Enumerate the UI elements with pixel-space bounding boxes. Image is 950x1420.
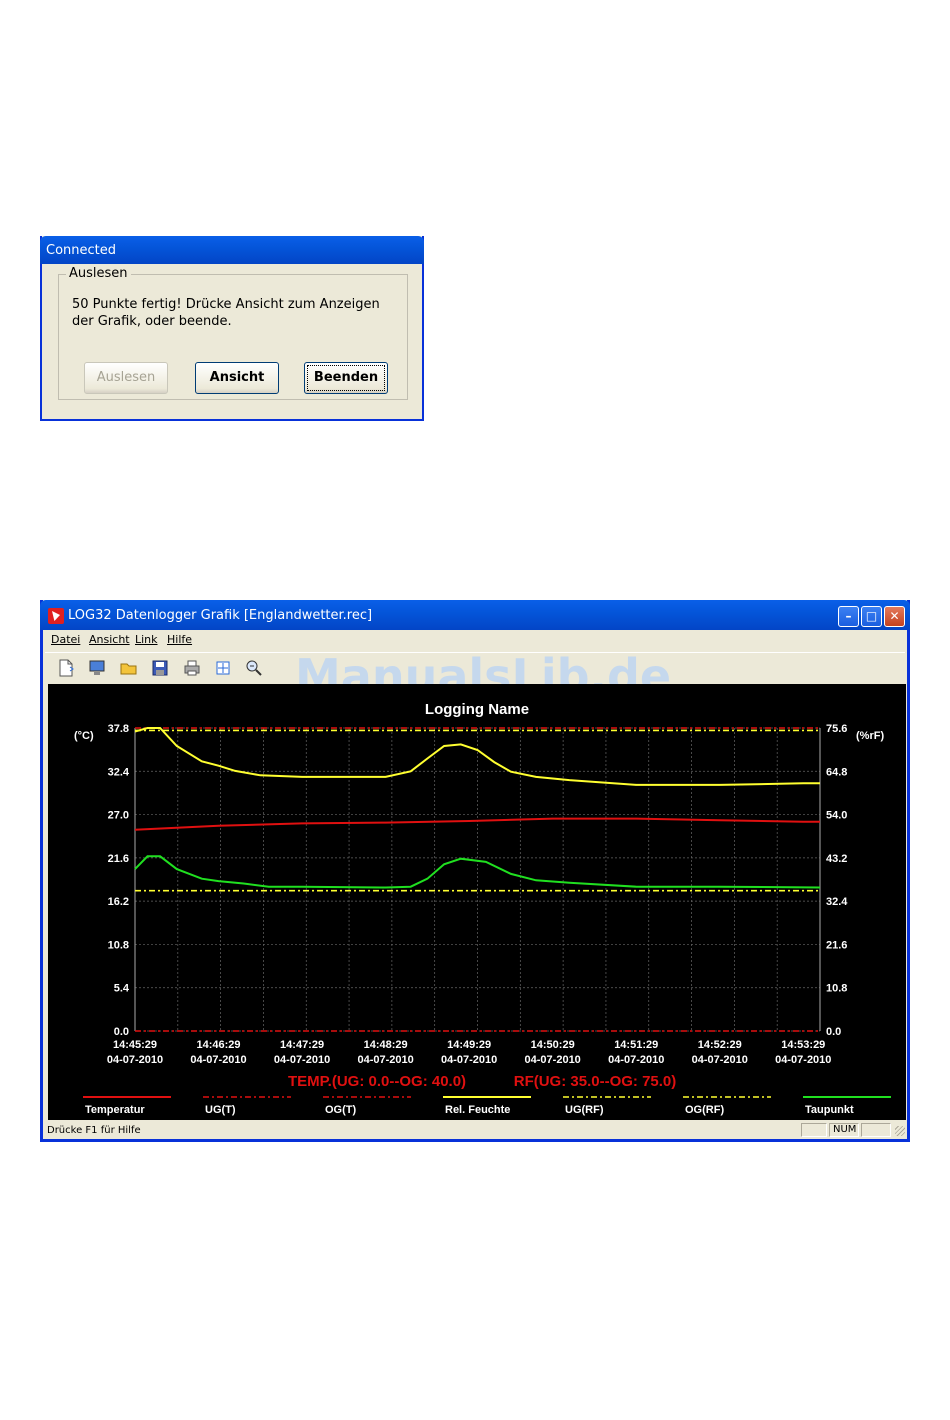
x-tick-time: 14:49:29 bbox=[447, 1039, 491, 1051]
left-tick-label: 0.0 bbox=[114, 1026, 129, 1038]
status-num: NUM bbox=[829, 1123, 859, 1137]
zoom-icon[interactable] bbox=[243, 657, 265, 679]
close-icon[interactable]: ✕ bbox=[884, 606, 905, 627]
right-axis-unit: (%rF) bbox=[856, 730, 884, 742]
left-tick-label: 5.4 bbox=[114, 983, 130, 995]
left-axis-unit: (°C) bbox=[74, 730, 94, 742]
menu-datei[interactable]: Datei bbox=[51, 633, 80, 646]
right-tick-label: 10.8 bbox=[826, 983, 847, 995]
resize-grip-icon[interactable] bbox=[895, 1126, 905, 1136]
menu-hilfe[interactable]: Hilfe bbox=[167, 633, 192, 646]
app-logo-icon bbox=[48, 608, 64, 624]
x-tick-date: 04-07-2010 bbox=[608, 1054, 664, 1066]
legend-label: UG(T) bbox=[205, 1104, 236, 1116]
right-tick-label: 43.2 bbox=[826, 853, 847, 865]
toolbar: ManualsLib.de bbox=[45, 649, 905, 703]
x-tick-date: 04-07-2010 bbox=[107, 1054, 163, 1066]
left-tick-label: 32.4 bbox=[108, 766, 130, 778]
x-tick-date: 04-07-2010 bbox=[274, 1054, 330, 1066]
minimize-icon[interactable]: – bbox=[838, 606, 859, 627]
left-tick-label: 27.0 bbox=[108, 810, 129, 822]
right-tick-label: 32.4 bbox=[826, 896, 848, 908]
connected-dialog: Connected Auslesen 50 Punkte fertig! Drü… bbox=[40, 236, 424, 421]
x-tick-date: 04-07-2010 bbox=[775, 1054, 831, 1066]
monitor-icon[interactable] bbox=[86, 657, 108, 679]
x-tick-time: 14:45:29 bbox=[113, 1039, 157, 1051]
legend-label: Temperatur bbox=[85, 1104, 145, 1116]
x-tick-date: 04-07-2010 bbox=[357, 1054, 413, 1066]
dialog-titlebar[interactable]: Connected bbox=[40, 236, 424, 264]
chart-svg: Logging Name (°C) (%rF) 37.8 75.6 32.4 64.8 27.… bbox=[74, 701, 891, 1116]
x-tick-time: 14:50:29 bbox=[531, 1039, 575, 1051]
save-disk-icon[interactable] bbox=[149, 657, 171, 679]
chart-title: Logging Name bbox=[425, 701, 529, 718]
right-tick-label: 21.6 bbox=[826, 939, 847, 951]
x-tick-time: 14:47:29 bbox=[280, 1039, 324, 1051]
series-line-taupunkt bbox=[134, 855, 821, 889]
window-titlebar[interactable]: LOG32 Datenlogger Grafik [Englandwetter.… bbox=[40, 600, 910, 630]
x-tick-date: 04-07-2010 bbox=[525, 1054, 581, 1066]
auslesen-button[interactable]: Auslesen bbox=[84, 362, 168, 394]
rh-limits-text: RF(UG: 35.0--OG: 75.0) bbox=[514, 1073, 677, 1090]
fit-view-icon[interactable] bbox=[212, 657, 234, 679]
legend-label: UG(RF) bbox=[565, 1104, 604, 1116]
x-tick-time: 14:46:29 bbox=[197, 1039, 241, 1051]
groupbox-label: Auslesen bbox=[66, 266, 131, 281]
right-tick-label: 64.8 bbox=[826, 766, 847, 778]
right-tick-label: 75.6 bbox=[826, 723, 847, 735]
menu-bar: Datei Ansicht Link Hilfe bbox=[43, 630, 907, 650]
beenden-button[interactable]: Beenden bbox=[304, 362, 388, 394]
legend-label: Taupunkt bbox=[805, 1104, 854, 1116]
status-cell-empty bbox=[801, 1123, 827, 1137]
status-text: Drücke F1 für Hilfe bbox=[47, 1125, 141, 1136]
print-icon[interactable] bbox=[181, 657, 203, 679]
x-tick-date: 04-07-2010 bbox=[692, 1054, 748, 1066]
legend-label: Rel. Feuchte bbox=[445, 1104, 510, 1116]
x-tick-time: 14:51:29 bbox=[614, 1039, 658, 1051]
maximize-icon[interactable]: □ bbox=[861, 606, 882, 627]
dialog-message: 50 Punkte fertig! Drücke Ansicht zum Anz… bbox=[72, 297, 380, 329]
status-bar: Drücke F1 für Hilfe NUM bbox=[43, 1122, 907, 1139]
x-tick-date: 04-07-2010 bbox=[441, 1054, 497, 1066]
status-cell-empty-2 bbox=[861, 1123, 891, 1137]
dialog-title: Connected bbox=[46, 243, 117, 258]
left-tick-label: 37.8 bbox=[108, 723, 129, 735]
right-tick-label: 0.0 bbox=[826, 1026, 841, 1038]
window-title: LOG32 Datenlogger Grafik [Englandwetter.… bbox=[68, 608, 373, 623]
left-tick-label: 10.8 bbox=[108, 939, 129, 951]
right-tick-label: 54.0 bbox=[826, 810, 847, 822]
x-tick-date: 04-07-2010 bbox=[190, 1054, 246, 1066]
menu-link[interactable]: Link bbox=[135, 633, 158, 646]
chart-area: Logging Name (°C) (%rF) 37.8 75.6 32.4 64.8 27.… bbox=[48, 684, 906, 1120]
legend-label: OG(RF) bbox=[685, 1104, 724, 1116]
x-tick-time: 14:52:29 bbox=[698, 1039, 742, 1051]
log32-graph-window: LOG32 Datenlogger Grafik [Englandwetter.… bbox=[40, 600, 910, 1142]
new-icon[interactable] bbox=[55, 657, 77, 679]
x-tick-time: 14:48:29 bbox=[364, 1039, 408, 1051]
x-tick-time: 14:53:29 bbox=[781, 1039, 825, 1051]
open-folder-icon[interactable] bbox=[118, 657, 140, 679]
left-tick-label: 21.6 bbox=[108, 853, 129, 865]
menu-ansicht[interactable]: Ansicht bbox=[89, 633, 130, 646]
left-tick-label: 16.2 bbox=[108, 896, 129, 908]
temp-limits-text: TEMP.(UG: 0.0--OG: 40.0) bbox=[288, 1073, 466, 1090]
legend-label: OG(T) bbox=[325, 1104, 356, 1116]
ansicht-button[interactable]: Ansicht bbox=[195, 362, 279, 394]
